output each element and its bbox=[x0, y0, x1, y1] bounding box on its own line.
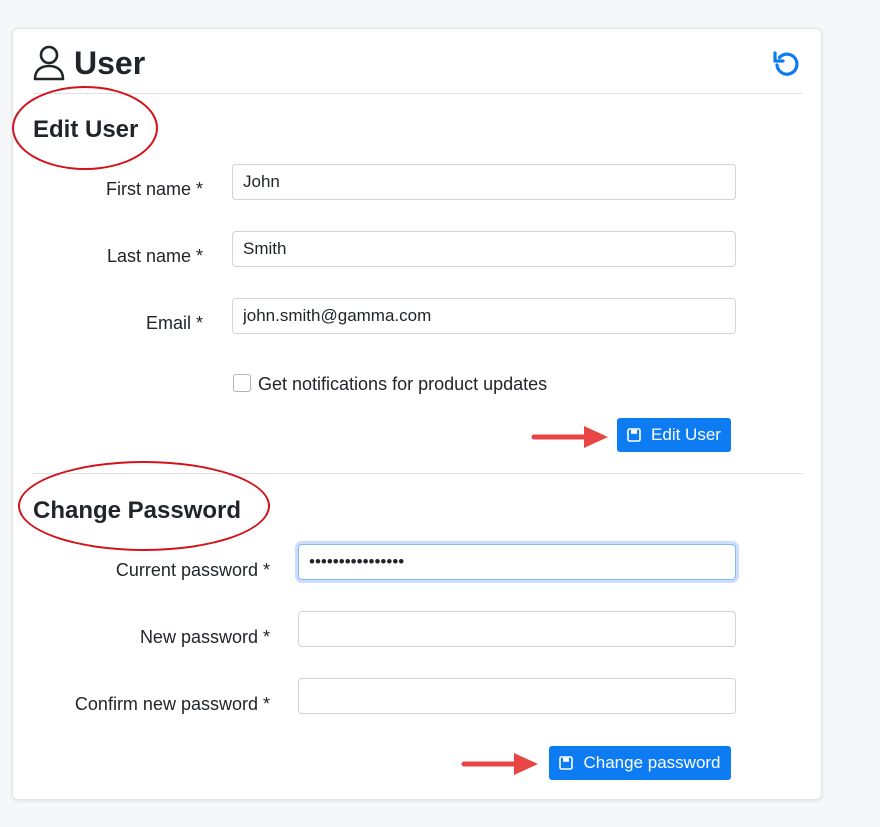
edit-user-button[interactable]: Edit User bbox=[617, 418, 731, 452]
page-title: User bbox=[74, 45, 146, 81]
edit-user-heading: Edit User bbox=[33, 116, 139, 143]
change-password-button[interactable]: Change password bbox=[549, 746, 731, 780]
section-divider bbox=[33, 473, 803, 474]
email-label: Email * bbox=[145, 313, 203, 333]
confirm-password-input[interactable] bbox=[298, 678, 736, 714]
current-password-input[interactable] bbox=[298, 544, 736, 580]
card-header: User bbox=[33, 43, 803, 94]
last-name-label: Last name * bbox=[106, 246, 203, 266]
user-icon bbox=[33, 45, 65, 81]
save-icon bbox=[559, 756, 574, 770]
edit-user-button-label: Edit User bbox=[651, 425, 721, 444]
edit-user-annotation-arrow bbox=[531, 426, 608, 448]
current-password-label: Current password * bbox=[115, 560, 270, 580]
email-input[interactable] bbox=[232, 298, 736, 334]
confirm-password-label: Confirm new password * bbox=[74, 694, 270, 714]
new-password-label: New password * bbox=[139, 627, 270, 647]
notifications-label: Get notifications for product updates bbox=[258, 374, 548, 394]
change-password-heading: Change Password bbox=[33, 497, 242, 524]
change-password-button-label: Change password bbox=[583, 753, 721, 772]
new-password-input[interactable] bbox=[298, 611, 736, 647]
last-name-input[interactable] bbox=[232, 231, 736, 267]
first-name-input[interactable] bbox=[232, 164, 736, 200]
refresh-icon[interactable] bbox=[771, 49, 801, 79]
first-name-label: First name * bbox=[105, 179, 203, 199]
user-card: User Edit User First name * Last name * … bbox=[12, 28, 822, 800]
notifications-checkbox[interactable] bbox=[233, 374, 251, 392]
save-icon bbox=[627, 428, 641, 442]
change-password-annotation-arrow bbox=[461, 753, 538, 775]
